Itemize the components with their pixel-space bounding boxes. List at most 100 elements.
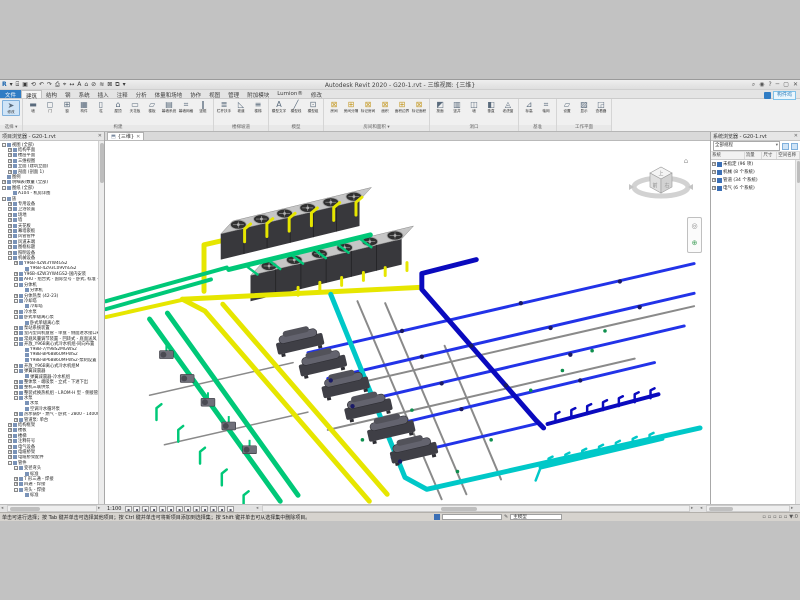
close-hidden-windows-icon[interactable]: ⊠ [107, 82, 112, 88]
expand-icon[interactable]: + [8, 213, 12, 217]
view-scale[interactable]: 1:100 [107, 506, 121, 512]
text-icon[interactable]: A [77, 82, 81, 88]
redo-icon[interactable]: ↷ [47, 82, 52, 88]
expand-icon[interactable]: + [14, 326, 18, 330]
ribbon-button-房间[interactable]: ⊠房间 [326, 100, 342, 114]
press-drag-icon[interactable]: ▫ [768, 514, 771, 520]
filter-icon[interactable]: ▼:0 [789, 514, 798, 520]
tab-file[interactable]: 文件 [0, 90, 21, 98]
tab-体量和场地[interactable]: 体量和场地 [151, 90, 187, 98]
collapse-icon[interactable]: - [14, 299, 18, 303]
tree-item[interactable]: -开放_Y96B离心式冷水机组-同向布置 [0, 341, 104, 346]
design-option-dropdown[interactable]: 主模型 [510, 514, 562, 521]
expand-icon[interactable]: + [8, 234, 12, 238]
system-browser-row[interactable]: +管道 (34 个系统) [711, 176, 800, 184]
underlay-selectable-icon[interactable]: ▫ [779, 514, 782, 520]
expand-icon[interactable]: + [14, 364, 18, 368]
shadows-icon[interactable]: ▪ [150, 506, 157, 512]
tree-item[interactable]: +热水锅炉 - 燃气 - 卧式 - 2800 - 14000 kW [0, 412, 104, 417]
ribbon-button-面积[interactable]: ⊠面积 [377, 100, 393, 114]
undo-icon[interactable]: ↶ [39, 82, 44, 88]
tab-分析[interactable]: 分析 [132, 90, 151, 98]
expand-icon[interactable]: + [14, 482, 18, 486]
ribbon-button-楼板[interactable]: ▱楼板 [144, 100, 160, 114]
collapse-icon[interactable]: - [14, 488, 18, 492]
ribbon-button-面积边界[interactable]: ⊞面积边界 [394, 100, 410, 114]
expand-icon[interactable]: + [14, 331, 18, 335]
expand-icon[interactable]: + [14, 310, 18, 314]
section-icon[interactable]: ⊘ [91, 82, 96, 88]
sb-column-尺寸[interactable]: 尺寸 [762, 152, 777, 159]
expand-icon[interactable]: + [14, 261, 18, 265]
pb-scroll-right-arrow[interactable]: ▸ [98, 505, 100, 512]
ribbon-button-模型组[interactable]: ⊡模型组 [305, 100, 321, 114]
sb-scroll-right-arrow[interactable]: ▸ [791, 505, 793, 512]
customize-qat-icon[interactable]: ▾ [123, 82, 126, 88]
sb-scroll-left-arrow[interactable]: ◂ [700, 505, 702, 512]
restore-button[interactable]: ▢ [783, 81, 789, 88]
pb-scroll-left-arrow[interactable]: ◂ [1, 505, 3, 512]
expand-icon[interactable]: + [8, 159, 12, 163]
ribbon-button-墙[interactable]: ◫墙 [466, 100, 482, 114]
sun-path-icon[interactable]: ▪ [142, 506, 149, 512]
links-selectable-icon[interactable]: ▫ [773, 514, 776, 520]
close-icon[interactable]: ✕ [98, 133, 102, 139]
ribbon-button-查看器[interactable]: ◲查看器 [593, 100, 609, 114]
expand-icon[interactable]: + [8, 218, 12, 222]
expand-icon[interactable]: + [8, 224, 12, 228]
measure-icon[interactable]: ⌖ [63, 82, 66, 88]
visual-style-icon[interactable]: ▪ [133, 506, 140, 512]
expand-icon[interactable]: + [8, 240, 12, 244]
ribbon-button-柱[interactable]: ▯柱 [93, 100, 109, 114]
tab-Lumion®[interactable]: Lumion® [273, 90, 307, 98]
drawing-canvas[interactable]: 上 前 右 ⌂ ◎ ⊕ [105, 141, 710, 504]
sb-column-流量[interactable]: 流量 [745, 152, 763, 159]
view-tab-close-icon[interactable]: ✕ [136, 134, 140, 140]
system-browser-row[interactable]: +未指定 (96 项) [711, 160, 800, 168]
canvas-hscrollbar[interactable] [262, 505, 690, 512]
ribbon-button-按面[interactable]: ◩按面 [432, 100, 448, 114]
expand-icon[interactable]: + [8, 251, 12, 255]
tab-结构[interactable]: 结构 [42, 90, 61, 98]
sb-column-空间名称[interactable]: 空间名称 [777, 152, 800, 159]
ribbon-button-屋顶[interactable]: ⌂屋顶 [110, 100, 126, 114]
editable-only-icon[interactable]: ▫ [762, 514, 765, 520]
tab-系统[interactable]: 系统 [75, 90, 94, 98]
collapse-icon[interactable]: - [2, 186, 6, 190]
ribbon-button-墙[interactable]: ▬墙 [25, 100, 41, 114]
canvas-scroll-right-arrow[interactable]: ▸ [691, 505, 693, 512]
render-icon[interactable]: ▪ [210, 506, 217, 512]
zoom-icon[interactable]: ⊕ [692, 240, 698, 247]
show-crop-region-icon[interactable]: ▪ [167, 506, 174, 512]
ribbon-button-幕墙网格[interactable]: ⌗幕墙网格 [178, 100, 194, 114]
collapse-icon[interactable]: - [14, 396, 18, 400]
expand-icon[interactable]: + [14, 337, 18, 341]
system-browser-row[interactable]: +机械 (8 个系统) [711, 168, 800, 176]
ribbon-button-显示[interactable]: ▨显示 [576, 100, 592, 114]
system-browser-row[interactable]: +电气 (6 个系统) [711, 184, 800, 192]
expand-icon[interactable]: + [8, 229, 12, 233]
collapse-icon[interactable]: - [8, 256, 12, 260]
canvas-scroll-left-arrow[interactable]: ◂ [256, 505, 258, 512]
sb-column-系统[interactable]: 系统 [711, 152, 745, 159]
pinned-selectable-icon[interactable]: ▫ [784, 514, 787, 520]
help-icon[interactable]: ? [768, 81, 771, 88]
file-menu-arrow-icon[interactable]: ▾ [10, 82, 13, 88]
ribbon-button-坡道[interactable]: ◺坡道 [233, 100, 249, 114]
worksets-icon[interactable] [434, 514, 440, 520]
revit-logo-icon[interactable]: R [2, 82, 7, 88]
collapse-icon[interactable]: - [14, 369, 18, 373]
ribbon-button-房间分隔[interactable]: ⊞房间分隔 [343, 100, 359, 114]
detail-level-icon[interactable]: ▪ [125, 506, 132, 512]
view-tab-3d[interactable]: ⬒ {三维} ✕ [107, 132, 144, 140]
expand-icon[interactable]: + [8, 423, 12, 427]
expand-icon[interactable]: + [8, 202, 12, 206]
expand-icon[interactable]: + [8, 450, 12, 454]
ribbon-button-栏杆扶手[interactable]: ≣栏杆扶手 [216, 100, 232, 114]
reveal-hidden-elements-icon[interactable]: ▪ [184, 506, 191, 512]
ribbon-button-模型文字[interactable]: A模型文字 [271, 100, 287, 114]
collapse-icon[interactable]: - [8, 461, 12, 465]
tab-注释[interactable]: 注释 [113, 90, 132, 98]
discipline-dropdown[interactable]: 全部规程▾ [713, 141, 780, 151]
search-icon[interactable]: ⌕ [752, 81, 755, 89]
